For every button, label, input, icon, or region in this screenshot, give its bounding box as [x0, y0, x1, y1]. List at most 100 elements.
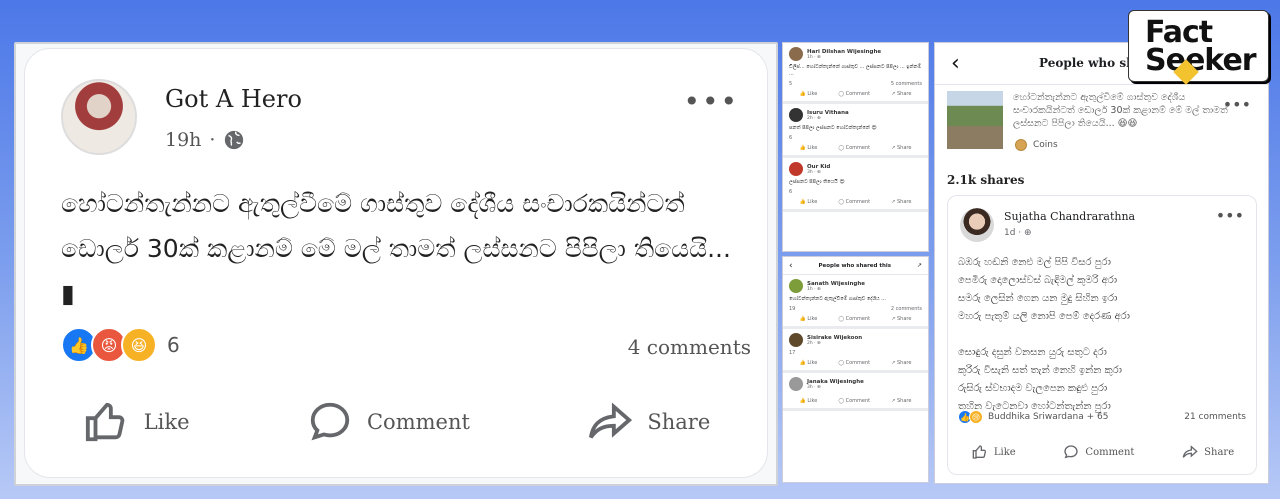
mini-like-button[interactable]: 👍 Like [800, 360, 818, 366]
haha-reaction-icon: 😆 [121, 327, 157, 363]
mini-comments[interactable]: 2 comments [891, 306, 922, 312]
mini-author[interactable]: Our Kid [807, 164, 830, 170]
mini-like-button[interactable]: 👍 Like [800, 199, 818, 205]
mini-author[interactable]: Sisirake Wijekoon [807, 335, 862, 341]
mini-text: ලස්සනට පිපිලා තියෙයි 😍 [789, 179, 845, 185]
mini-share-button[interactable]: ↗ Share [891, 316, 911, 322]
reactions-summary[interactable]: 👍 😡 😆 6 [61, 327, 180, 363]
post-card: Got A Hero 19h · ••• හෝටන්තැන්නට ඇතුල්වී… [24, 48, 768, 478]
mini-post: Our Kid 3h · ⊕ ලස්සනට පිපිලා තියෙයි 😍 6 … [783, 158, 928, 212]
mini-share-button[interactable]: ↗ Share [891, 199, 911, 205]
like-button[interactable]: Like [84, 399, 190, 445]
like-button[interactable]: Like [972, 444, 1016, 460]
source-badge[interactable]: Coins [1015, 139, 1058, 151]
mini-author[interactable]: Janaka Wijesinghe [807, 379, 864, 385]
share-button[interactable]: Share [1182, 444, 1234, 460]
mini-post-header: Isuru Vithana 2h · ⊕ [789, 108, 922, 122]
mini-share-button[interactable]: ↗ Share [891, 145, 911, 151]
mini-text: පනත් පිපිලා ලස්සනට හෝටන්තැන්නේ 😍 [789, 125, 877, 131]
post-time[interactable]: 19h [165, 129, 201, 151]
more-options-icon[interactable]: ••• [683, 85, 739, 118]
sad-reaction-icon: 😢 [969, 410, 983, 424]
more-options-icon[interactable]: ••• [1223, 95, 1251, 114]
shared-post-card: Sujatha Chandrarathna 1d · ⊕ ••• බඹරු හඬ… [947, 195, 1257, 475]
comment-button[interactable]: Comment [307, 399, 470, 445]
more-options-icon[interactable]: ••• [1216, 206, 1244, 225]
thumbnail-comments-top: Hari Dilshan Wijesinghe 1h · ⊕ ඩිලීප්...… [782, 42, 929, 252]
post-photo[interactable] [947, 91, 1003, 149]
mini-post: Sisirake Wijekoon 2h · ⊕ 17 👍 Like ◯ Comm… [783, 329, 928, 373]
mini-time: 1h · ⊕ [807, 286, 821, 292]
comment-label: Comment [1085, 446, 1135, 458]
mini-post-header: Sanath Wijesinghe 1h · ⊕ [789, 279, 922, 293]
mini-avatar[interactable] [789, 47, 803, 61]
share-label: Share [647, 410, 711, 434]
like-label: Like [993, 446, 1016, 458]
mini-actions: 👍 Like ◯ Comment ↗ Share [789, 91, 922, 97]
mini-like-button[interactable]: 👍 Like [800, 91, 818, 97]
shared-post-text: හෝටන්තැන්නට ඇතුල්වීමේ ගාස්තුව දේශීය සංචා… [1013, 92, 1228, 129]
shared-poem-text: බඹරු හඬනි නෙළු මල් පිපි විසර පුරා පෙමිරු… [958, 257, 1130, 412]
post-text: හෝටන්තැන්නට ඇතුල්වීමේ ගාස්තුව දේශීය සංචා… [61, 189, 731, 308]
mini-author[interactable]: Sanath Wijesinghe [807, 281, 865, 287]
mini-like-button[interactable]: 👍 Like [800, 398, 818, 404]
thumb-shares-header: ‹ People who shared this ↗ [783, 257, 928, 275]
post-author[interactable]: Got A Hero [165, 85, 302, 113]
mini-share-button[interactable]: ↗ Share [891, 91, 911, 97]
comment-icon [310, 402, 350, 441]
comment-button[interactable]: Comment [1063, 444, 1134, 460]
mini-stats: 17 [789, 350, 922, 356]
mini-text: හෝටන්තැන්නට ඇතුල්වීමේ ගාස්තුව දේශීය ... [789, 296, 887, 302]
post-meta: 19h · [165, 129, 245, 151]
sharer-avatar[interactable] [960, 208, 994, 242]
mini-actions: 👍 Like ◯ Comment ↗ Share [789, 316, 922, 322]
mini-comment-button[interactable]: ◯ Comment [838, 360, 870, 366]
mini-comments[interactable]: 5 comments [891, 81, 922, 87]
share-label: Share [1204, 446, 1235, 458]
logo-line2: Seeker [1145, 43, 1257, 78]
people-who-shared-panel: ‹ People who shared this හෝටන්තැන්නට ඇතු… [934, 42, 1269, 484]
mini-avatar[interactable] [789, 279, 803, 293]
mini-avatar[interactable] [789, 377, 803, 391]
comments-count[interactable]: 4 comments [628, 335, 751, 359]
reactions-summary[interactable]: 👍 😢 Buddhika Sriwardana + 65 [958, 410, 1108, 424]
mini-post-header: Our Kid 3h · ⊕ [789, 162, 922, 176]
mini-comment-button[interactable]: ◯ Comment [838, 398, 870, 404]
mini-author[interactable]: Isuru Vithana [807, 110, 849, 116]
mini-author[interactable]: Hari Dilshan Wijesinghe [807, 49, 881, 55]
mini-comment-button[interactable]: ◯ Comment [838, 199, 870, 205]
mini-comment-button[interactable]: ◯ Comment [838, 91, 870, 97]
mini-share-button[interactable]: ↗ Share [891, 360, 911, 366]
reactors-label: Buddhika Sriwardana + 65 [988, 412, 1109, 422]
mini-time: 1h · ⊕ [807, 54, 821, 60]
globe-icon [225, 130, 244, 150]
mini-like-button[interactable]: 👍 Like [800, 316, 818, 322]
share-button[interactable]: Share [587, 399, 710, 445]
mini-post: Isuru Vithana 2h · ⊕ පනත් පිපිලා ලස්සනට … [783, 104, 928, 158]
mini-time: 2h · ⊕ [807, 340, 821, 346]
mini-stats: 19 2 comments [789, 306, 922, 312]
mini-avatar[interactable] [789, 108, 803, 122]
mini-comment-button[interactable]: ◯ Comment [838, 145, 870, 151]
mini-avatar[interactable] [789, 333, 803, 347]
mini-like-button[interactable]: 👍 Like [800, 145, 818, 151]
mini-avatar[interactable] [789, 162, 803, 176]
mini-share-button[interactable]: ↗ Share [891, 398, 911, 404]
mini-post: Sanath Wijesinghe 1h · ⊕ හෝටන්තැන්නට ඇතු… [783, 275, 928, 329]
back-arrow-icon[interactable]: ‹ [789, 261, 793, 271]
mini-post: Hari Dilshan Wijesinghe 1h · ⊕ ඩිලීප්...… [783, 43, 928, 104]
author-avatar[interactable] [61, 79, 137, 155]
mini-comment-button[interactable]: ◯ Comment [838, 316, 870, 322]
mini-post: Janaka Wijesinghe 3h · ⊕ 👍 Like ◯ Comment… [783, 373, 928, 411]
like-label: Like [143, 410, 190, 434]
sharer-name[interactable]: Sujatha Chandrarathna [1004, 210, 1135, 223]
sharer-time[interactable]: 1d · ⊕ [1004, 228, 1032, 238]
thumbs-up-icon [972, 445, 986, 459]
mini-post-header: Sisirake Wijekoon 2h · ⊕ [789, 333, 922, 347]
mini-text: ඩිලීප්... හෝටන්තැන්නේ ගාස්තුව ... ලස්සනට… [789, 64, 922, 77]
comments-count[interactable]: 21 comments [1184, 412, 1246, 422]
shared-post-preview[interactable]: හෝටන්තැන්නට ඇතුල්වීමේ ගාස්තුව දේශීය සංචා… [945, 91, 1265, 171]
share-icon[interactable]: ↗ [917, 262, 922, 269]
mini-stats: 5 5 comments [789, 81, 922, 87]
back-arrow-icon[interactable]: ‹ [951, 51, 960, 76]
